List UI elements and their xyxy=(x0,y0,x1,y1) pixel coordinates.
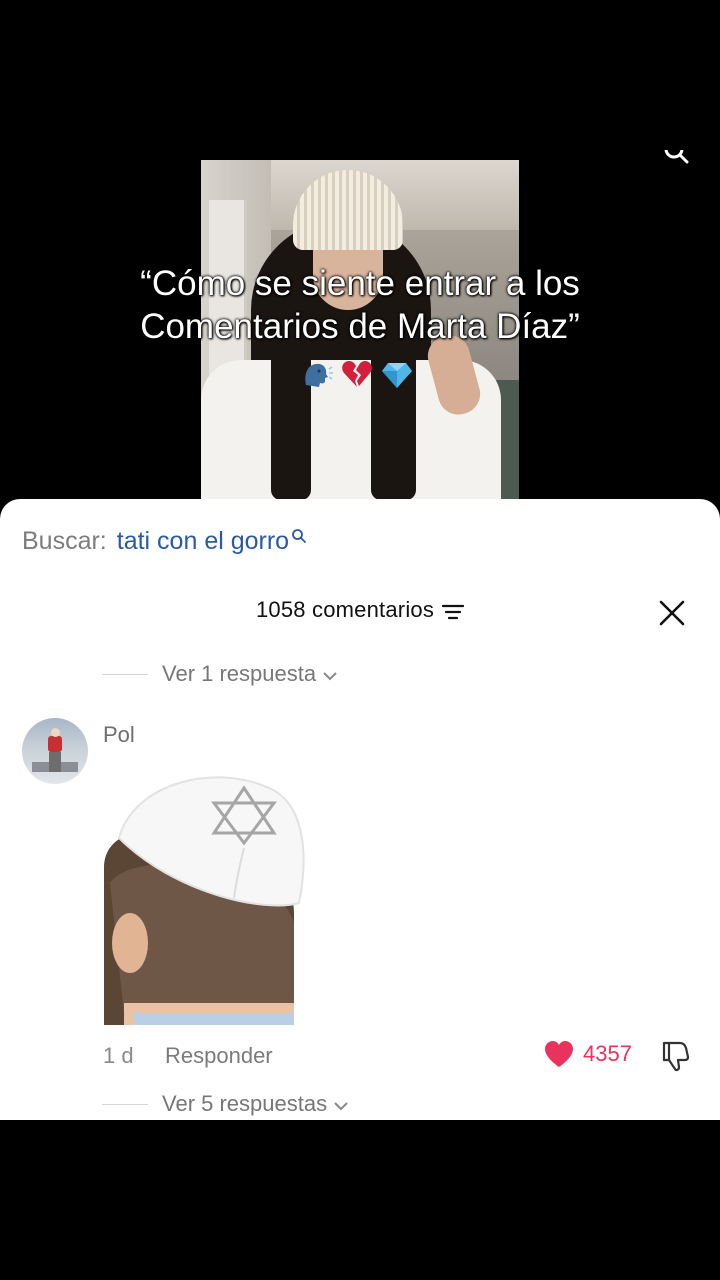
sort-icon[interactable] xyxy=(441,601,465,620)
comments-sheet: Buscar: tati con el gorro 1058 comentari… xyxy=(0,499,720,1120)
speaking-head-icon xyxy=(300,357,334,391)
reply-button[interactable]: Responder xyxy=(165,1043,273,1069)
broken-heart-icon xyxy=(340,357,374,391)
like-count: 4357 xyxy=(583,1041,632,1066)
bottom-black-area xyxy=(0,1120,720,1280)
like-button[interactable]: 4357 xyxy=(543,1039,632,1069)
comment-image[interactable] xyxy=(104,763,308,1025)
comment-timestamp: 1 d xyxy=(103,1043,134,1068)
thumbs-down-icon xyxy=(662,1041,690,1072)
video-caption-line-1: “Cómo se siente entrar a los xyxy=(140,264,580,303)
dislike-button[interactable] xyxy=(658,1039,692,1073)
close-button[interactable] xyxy=(658,599,686,627)
avatar-figure-legs xyxy=(49,752,61,772)
comments-count: 1058 comentarios xyxy=(255,597,435,622)
comment-meta: 1 d Responder xyxy=(103,1043,273,1069)
view-replies-label: Ver 1 respuesta xyxy=(162,661,317,686)
search-icon[interactable] xyxy=(662,150,690,168)
avatar-figure-body xyxy=(48,736,62,752)
chevron-down-icon xyxy=(322,661,338,687)
view-replies-toggle[interactable]: Ver 1 respuesta xyxy=(102,661,338,687)
view-more-replies-toggle[interactable]: Ver 5 respuestas xyxy=(102,1091,349,1117)
kippah-image xyxy=(104,763,308,1025)
video-caption: “Cómo se siente entrar a los Comentarios… xyxy=(0,262,720,348)
chevron-down-icon xyxy=(333,1091,349,1117)
caption-emojis xyxy=(300,354,420,394)
related-search[interactable]: Buscar: tati con el gorro xyxy=(22,527,307,556)
search-icon xyxy=(291,522,307,551)
search-prefix-label: Buscar: xyxy=(22,527,107,555)
divider xyxy=(102,673,148,675)
gem-icon xyxy=(380,357,414,391)
video-caption-line-2: Comentarios de Marta Díaz” xyxy=(140,307,580,346)
view-more-replies-label: Ver 5 respuestas xyxy=(162,1091,328,1116)
divider xyxy=(102,1103,148,1105)
search-query-link[interactable]: tati con el gorro xyxy=(117,527,289,556)
comment-username[interactable]: Pol xyxy=(103,722,135,748)
heart-icon xyxy=(545,1041,574,1067)
avatar[interactable] xyxy=(22,718,88,784)
close-icon xyxy=(659,600,685,626)
comments-header: 1058 comentarios xyxy=(0,597,720,623)
avatar-figure-head xyxy=(51,728,60,737)
